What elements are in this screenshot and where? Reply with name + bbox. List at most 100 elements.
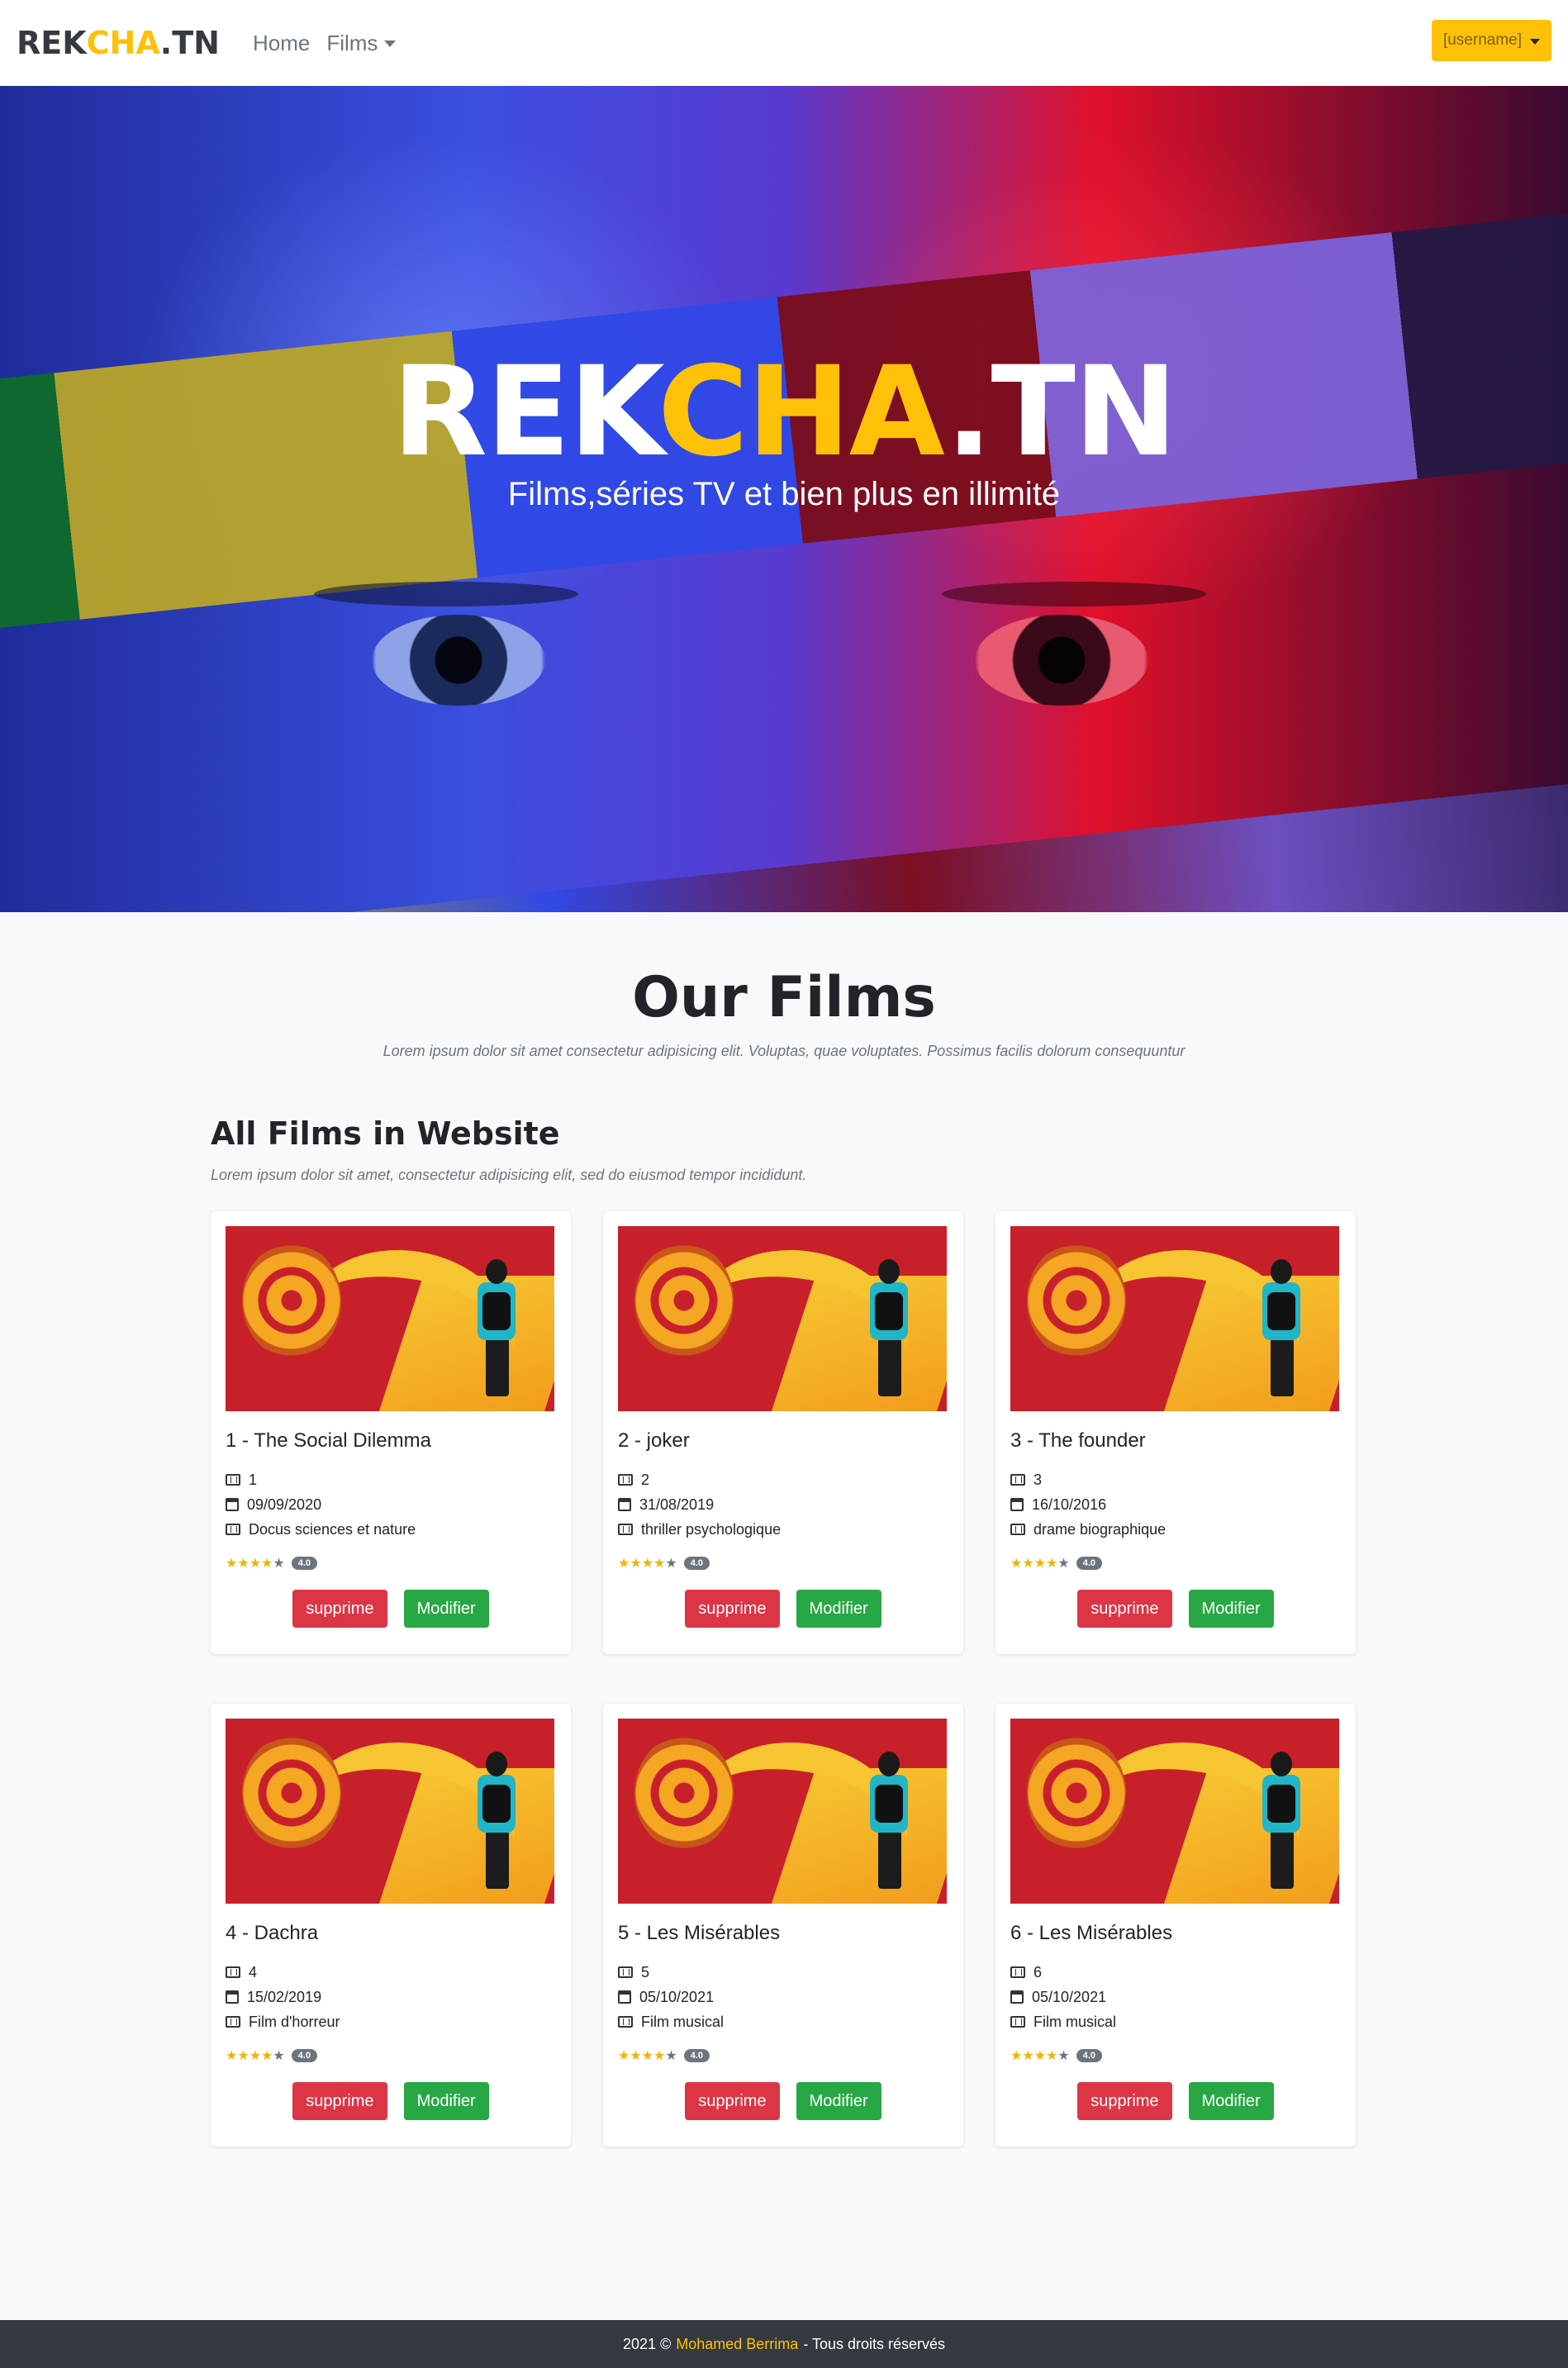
film-meta: 4 15/02/2019 Film d'horreur [226,1960,556,2034]
film-meta: 3 16/10/2016 drame biographique [1010,1467,1341,1542]
film-genre: Docus sciences et nature [249,1521,416,1538]
poster-person [1262,1259,1300,1400]
navbar: REK CHA .TN Home Films [username] [0,0,1568,86]
username-label: [username] [1442,31,1522,49]
film-title[interactable]: 4 - Dachra [226,1922,556,1945]
film-genre-row: Film musical [1010,2009,1341,2034]
brand-part-3: .TN [159,25,220,61]
film-title[interactable]: 6 - Les Misérables [1010,1922,1341,1945]
film-icon [618,1474,633,1486]
film-card: 3 - The founder 3 16/10/2016 drame biogr… [995,1211,1356,1654]
delete-button[interactable]: supprime [685,1590,780,1628]
film-genre: drame biographique [1033,1521,1166,1538]
footer-author-link[interactable]: Mohamed Berrima [676,2336,798,2353]
hero-brow-right [942,582,1206,606]
film-genre-row: thriller psychologique [618,1517,948,1542]
brand-part-2: CHA [86,25,160,61]
film-date-row: 05/10/2021 [1010,1985,1341,2009]
film-meta: 1 09/09/2020 Docus sciences et nature [226,1467,556,1542]
film-rating: ★★★★★ 4.0 [226,1555,556,1572]
film-poster-image [226,1719,554,1904]
film-poster-image [1010,1719,1339,1904]
nav-home-link[interactable]: Home [253,31,310,56]
section-description: Lorem ipsum dolor sit amet consectetur a… [382,1043,1186,1059]
delete-button[interactable]: supprime [292,2082,387,2120]
film-id-row: 3 [1010,1467,1341,1492]
hero-title-part-1: REK [392,340,659,484]
film-poster-image [618,1719,947,1904]
hero-subtitle: Films,séries TV et bien plus en illimité [507,476,1061,512]
film-title[interactable]: 1 - The Social Dilemma [226,1429,556,1453]
film-rating: ★★★★★ 4.0 [1010,1555,1341,1572]
rating-badge: 4.0 [683,1557,710,1570]
film-id-row: 2 [618,1467,948,1492]
edit-button[interactable]: Modifier [1188,1590,1274,1628]
film-reel-icon [242,1735,341,1851]
film-rating: ★★★★★ 4.0 [618,1555,948,1572]
film-card: 2 - joker 2 31/08/2019 thriller psycholo… [603,1211,963,1654]
rating-badge: 4.0 [1076,1557,1103,1570]
edit-button[interactable]: Modifier [1188,2082,1274,2120]
film-rating: ★★★★★ 4.0 [1010,2047,1341,2064]
film-date-row: 15/02/2019 [226,1985,556,2009]
star-rating-icon: ★★★★★ [226,1557,285,1571]
hero-title-part-3: .TN [945,340,1178,484]
rating-badge: 4.0 [291,2049,318,2062]
film-genre: Film d'horreur [249,2014,340,2030]
edit-button[interactable]: Modifier [796,2082,881,2120]
film-id-row: 1 [226,1467,556,1492]
film-id-row: 4 [226,1960,556,1985]
film-rating: ★★★★★ 4.0 [618,2047,948,2064]
film-actions: supprime Modifier [226,2082,556,2120]
delete-button[interactable]: supprime [292,1590,387,1628]
film-genre-row: drame biographique [1010,1517,1341,1542]
hero-title: REKCHA.TN [0,350,1568,474]
delete-button[interactable]: supprime [1077,1590,1172,1628]
film-reel-icon [634,1735,734,1851]
film-icon [226,1966,240,1978]
film-date: 16/10/2016 [1032,1496,1107,1513]
film-meta: 6 05/10/2021 Film musical [1010,1960,1341,2034]
rating-badge: 4.0 [291,1557,318,1570]
film-icon [226,2016,240,2028]
delete-button[interactable]: supprime [1077,2082,1172,2120]
film-icon [1010,1966,1025,1978]
film-card: 4 - Dachra 4 15/02/2019 Film d'horreur ★… [211,1704,571,2147]
footer-year: 2021 © [622,2335,672,2352]
edit-button[interactable]: Modifier [403,2082,489,2120]
film-reel-icon [1027,1243,1126,1358]
films-subtitle: All Films in Website [211,1115,560,1152]
film-title[interactable]: 2 - joker [618,1429,948,1453]
film-poster-image [618,1226,947,1411]
film-genre-row: Film d'horreur [226,2009,556,2034]
nav-films-label: Films [326,30,378,55]
nav-films-dropdown[interactable]: Films [326,30,397,56]
film-date: 05/10/2021 [639,1989,715,2005]
film-actions: supprime Modifier [618,1590,948,1628]
edit-button[interactable]: Modifier [796,1590,881,1628]
film-id: 6 [1033,1964,1043,1980]
film-icon [618,1524,633,1535]
chevron-down-icon [384,40,397,47]
brand-logo[interactable]: REK CHA .TN [17,25,220,61]
star-rating-icon: ★★★★★ [618,1557,677,1571]
poster-person [478,1752,516,1892]
hero-banner: REKCHA.TN Films,séries TV et bien plus e… [0,86,1568,912]
film-date: 15/02/2019 [247,1989,322,2005]
film-title[interactable]: 5 - Les Misérables [618,1922,948,1945]
film-title[interactable]: 3 - The founder [1010,1429,1341,1453]
film-icon [1010,2016,1025,2028]
film-date: 09/09/2020 [247,1496,322,1513]
film-reel-icon [1027,1735,1126,1851]
delete-button[interactable]: supprime [685,2082,780,2120]
chevron-down-icon [1530,38,1540,45]
edit-button[interactable]: Modifier [403,1590,489,1628]
calendar-icon [1010,1990,1024,2004]
film-meta: 2 31/08/2019 thriller psychologique [618,1467,948,1542]
film-icon [618,2016,633,2028]
user-dropdown-button[interactable]: [username] [1431,20,1551,61]
film-id: 2 [641,1472,650,1488]
film-actions: supprime Modifier [1010,2082,1341,2120]
film-genre-row: Docus sciences et nature [226,1517,556,1542]
rating-badge: 4.0 [1076,2049,1103,2062]
